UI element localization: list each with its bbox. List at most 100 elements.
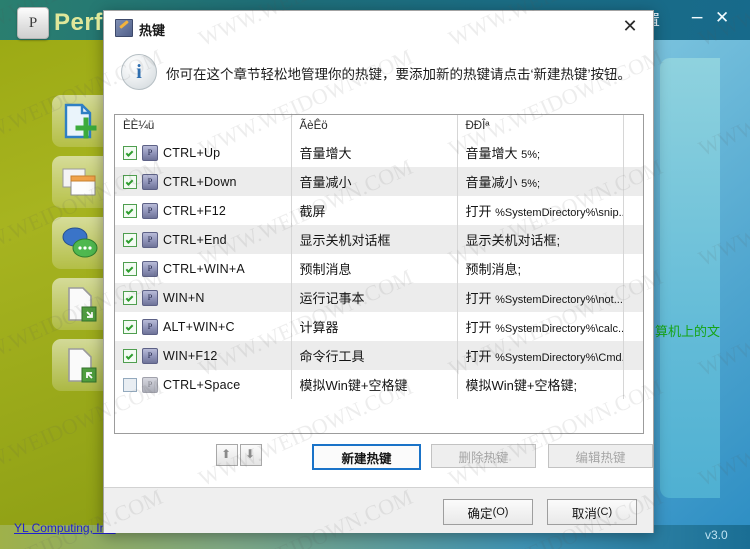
row-enabled-checkbox[interactable]	[123, 232, 137, 247]
key-icon: P	[142, 144, 158, 161]
key-icon: P	[142, 231, 158, 248]
table-row[interactable]: P CTRL+F12 截屏 打开 %SystemDirectory%\snip...	[115, 196, 643, 225]
company-link[interactable]: YL Computing, Inc.	[14, 521, 116, 535]
cell-hotkey: P WIN+F12	[115, 341, 292, 370]
info-icon-letter: i	[136, 61, 142, 83]
action-detail: %SystemDirectory%\Cmd...	[495, 352, 623, 364]
hotkey-label: CTRL+Space	[163, 377, 241, 392]
cell-description: 模拟Win键+空格键	[291, 370, 458, 399]
hotkey-label: CTRL+End	[163, 232, 227, 247]
new-hotkey-button[interactable]: 新建热键	[312, 444, 421, 470]
table-row[interactable]: P ALT+WIN+C 计算器 打开 %SystemDirectory%\calc..…	[115, 312, 643, 341]
hotkey-label: CTRL+F12	[163, 203, 227, 218]
version-label: v3.0	[705, 528, 728, 542]
arrow-up-icon: ⬆	[220, 447, 232, 461]
cell-spacer	[623, 370, 643, 399]
action-primary: 音量减小	[465, 175, 522, 190]
action-primary: 模拟Win键+空格键;	[465, 378, 578, 393]
row-enabled-checkbox[interactable]	[123, 348, 137, 363]
cell-spacer	[623, 196, 643, 225]
table-row[interactable]: P CTRL+Up 音量增大 音量增大 5%;	[115, 138, 643, 167]
table-row[interactable]: P WIN+F12 命令行工具 打开 %SystemDirectory%\Cmd...	[115, 341, 643, 370]
cancel-button[interactable]: 取消 (C)	[547, 499, 637, 525]
ok-button-mnemonic: (O)	[492, 506, 509, 518]
column-header-hotkey[interactable]: ÈÈ¼ü	[115, 115, 292, 138]
app-name-label-front: Perf	[54, 9, 103, 36]
cancel-button-label: 取消	[571, 506, 597, 521]
pencil-edit-icon	[115, 19, 133, 37]
key-icon: P	[142, 173, 158, 190]
cell-description: 预制消息	[291, 254, 458, 283]
action-detail: 5%;	[521, 178, 541, 190]
cell-hotkey: P CTRL+F12	[115, 196, 292, 225]
action-primary: 打开	[465, 349, 496, 364]
delete-hotkey-button[interactable]: 删除热键	[431, 444, 536, 468]
column-header-description[interactable]: ÃèÊö	[291, 115, 458, 138]
cell-action: 打开 %SystemDirectory%\not...	[457, 283, 624, 312]
close-window-button[interactable]: ✕	[715, 10, 729, 27]
action-detail: %SystemDirectory%\calc...	[495, 323, 623, 335]
row-enabled-checkbox[interactable]	[123, 319, 137, 334]
dialog-close-icon[interactable]: ✕	[617, 15, 643, 39]
cell-action: 显示关机对话框;	[457, 225, 624, 254]
cell-spacer	[623, 283, 643, 312]
dialog-info-text: 你可在这个章节轻松地管理你的热键，要添加新的热键请点击‘新建热键’按钮。	[166, 67, 631, 82]
cell-spacer	[623, 254, 643, 283]
hotkeys-table-container[interactable]: ÈÈ¼ü ÃèÊö ÐÐÎª P CTRL+Up 音量增大 音量增大 5%; P CTRL…	[114, 114, 644, 434]
cell-spacer	[623, 167, 643, 196]
cell-action: 音量增大 5%;	[457, 138, 624, 167]
move-down-button[interactable]: ⬇	[240, 444, 262, 466]
action-primary: 打开	[465, 320, 496, 335]
table-row[interactable]: P CTRL+WIN+A 预制消息 预制消息;	[115, 254, 643, 283]
row-enabled-checkbox[interactable]	[123, 261, 137, 276]
table-row[interactable]: P CTRL+Down 音量减小 音量减小 5%;	[115, 167, 643, 196]
key-icon: P	[142, 347, 158, 364]
hotkey-label: ALT+WIN+C	[163, 319, 235, 334]
key-icon: P	[142, 318, 158, 335]
cell-description: 计算器	[291, 312, 458, 341]
edit-hotkey-button[interactable]: 编辑热键	[548, 444, 653, 468]
move-up-button[interactable]: ⬆	[216, 444, 238, 466]
cell-description: 截屏	[291, 196, 458, 225]
cell-hotkey: P CTRL+Down	[115, 167, 292, 196]
cell-spacer	[623, 312, 643, 341]
hotkeys-dialog: 热键 ✕ i 你可在这个章节轻松地管理你的热键，要添加新的热键请点击‘新建热键’…	[103, 10, 654, 533]
cell-hotkey: P CTRL+End	[115, 225, 292, 254]
row-enabled-checkbox[interactable]	[123, 377, 137, 392]
app-logo-icon-front: P	[17, 7, 49, 39]
row-enabled-checkbox[interactable]	[123, 174, 137, 189]
cell-action: 打开 %SystemDirectory%\Cmd...	[457, 341, 624, 370]
minimize-button[interactable]: −	[690, 10, 704, 27]
windows-stack-icon	[60, 163, 100, 201]
document-export-icon	[60, 346, 100, 384]
action-primary: 显示关机对话框;	[465, 233, 561, 248]
table-row[interactable]: P CTRL+End 显示关机对话框 显示关机对话框;	[115, 225, 643, 254]
dialog-title: 热键	[139, 23, 166, 38]
cell-hotkey: P CTRL+Up	[115, 138, 292, 167]
background-green-text: 算机上的文	[655, 324, 721, 339]
dialog-info-banner: i 你可在这个章节轻松地管理你的热键，要添加新的热键请点击‘新建热键’按钮。	[104, 44, 653, 106]
cell-hotkey: P CTRL+Space	[115, 370, 292, 399]
cell-description: 音量增大	[291, 138, 458, 167]
app-logo-letter-front: P	[28, 15, 38, 31]
action-detail: %SystemDirectory%\not...	[495, 294, 623, 306]
row-enabled-checkbox[interactable]	[123, 290, 137, 305]
action-detail: 5%;	[521, 149, 541, 161]
row-enabled-checkbox[interactable]	[123, 145, 137, 160]
key-icon: P	[142, 376, 158, 393]
row-enabled-checkbox[interactable]	[123, 203, 137, 218]
action-primary: 打开	[465, 291, 496, 306]
cell-hotkey: P ALT+WIN+C	[115, 312, 292, 341]
hotkey-label: CTRL+WIN+A	[163, 261, 245, 276]
action-primary: 音量增大	[465, 146, 522, 161]
table-row[interactable]: P CTRL+Space 模拟Win键+空格键 模拟Win键+空格键;	[115, 370, 643, 399]
ok-button[interactable]: 确定 (O)	[443, 499, 533, 525]
cell-action: 模拟Win键+空格键;	[457, 370, 624, 399]
cell-hotkey: P CTRL+WIN+A	[115, 254, 292, 283]
table-row[interactable]: P WIN+N 运行记事本 打开 %SystemDirectory%\not...	[115, 283, 643, 312]
document-import-icon	[60, 285, 100, 323]
action-primary: 预制消息;	[465, 262, 522, 277]
cell-description: 显示关机对话框	[291, 225, 458, 254]
cell-description: 命令行工具	[291, 341, 458, 370]
column-header-action[interactable]: ÐÐÎª	[457, 115, 624, 138]
